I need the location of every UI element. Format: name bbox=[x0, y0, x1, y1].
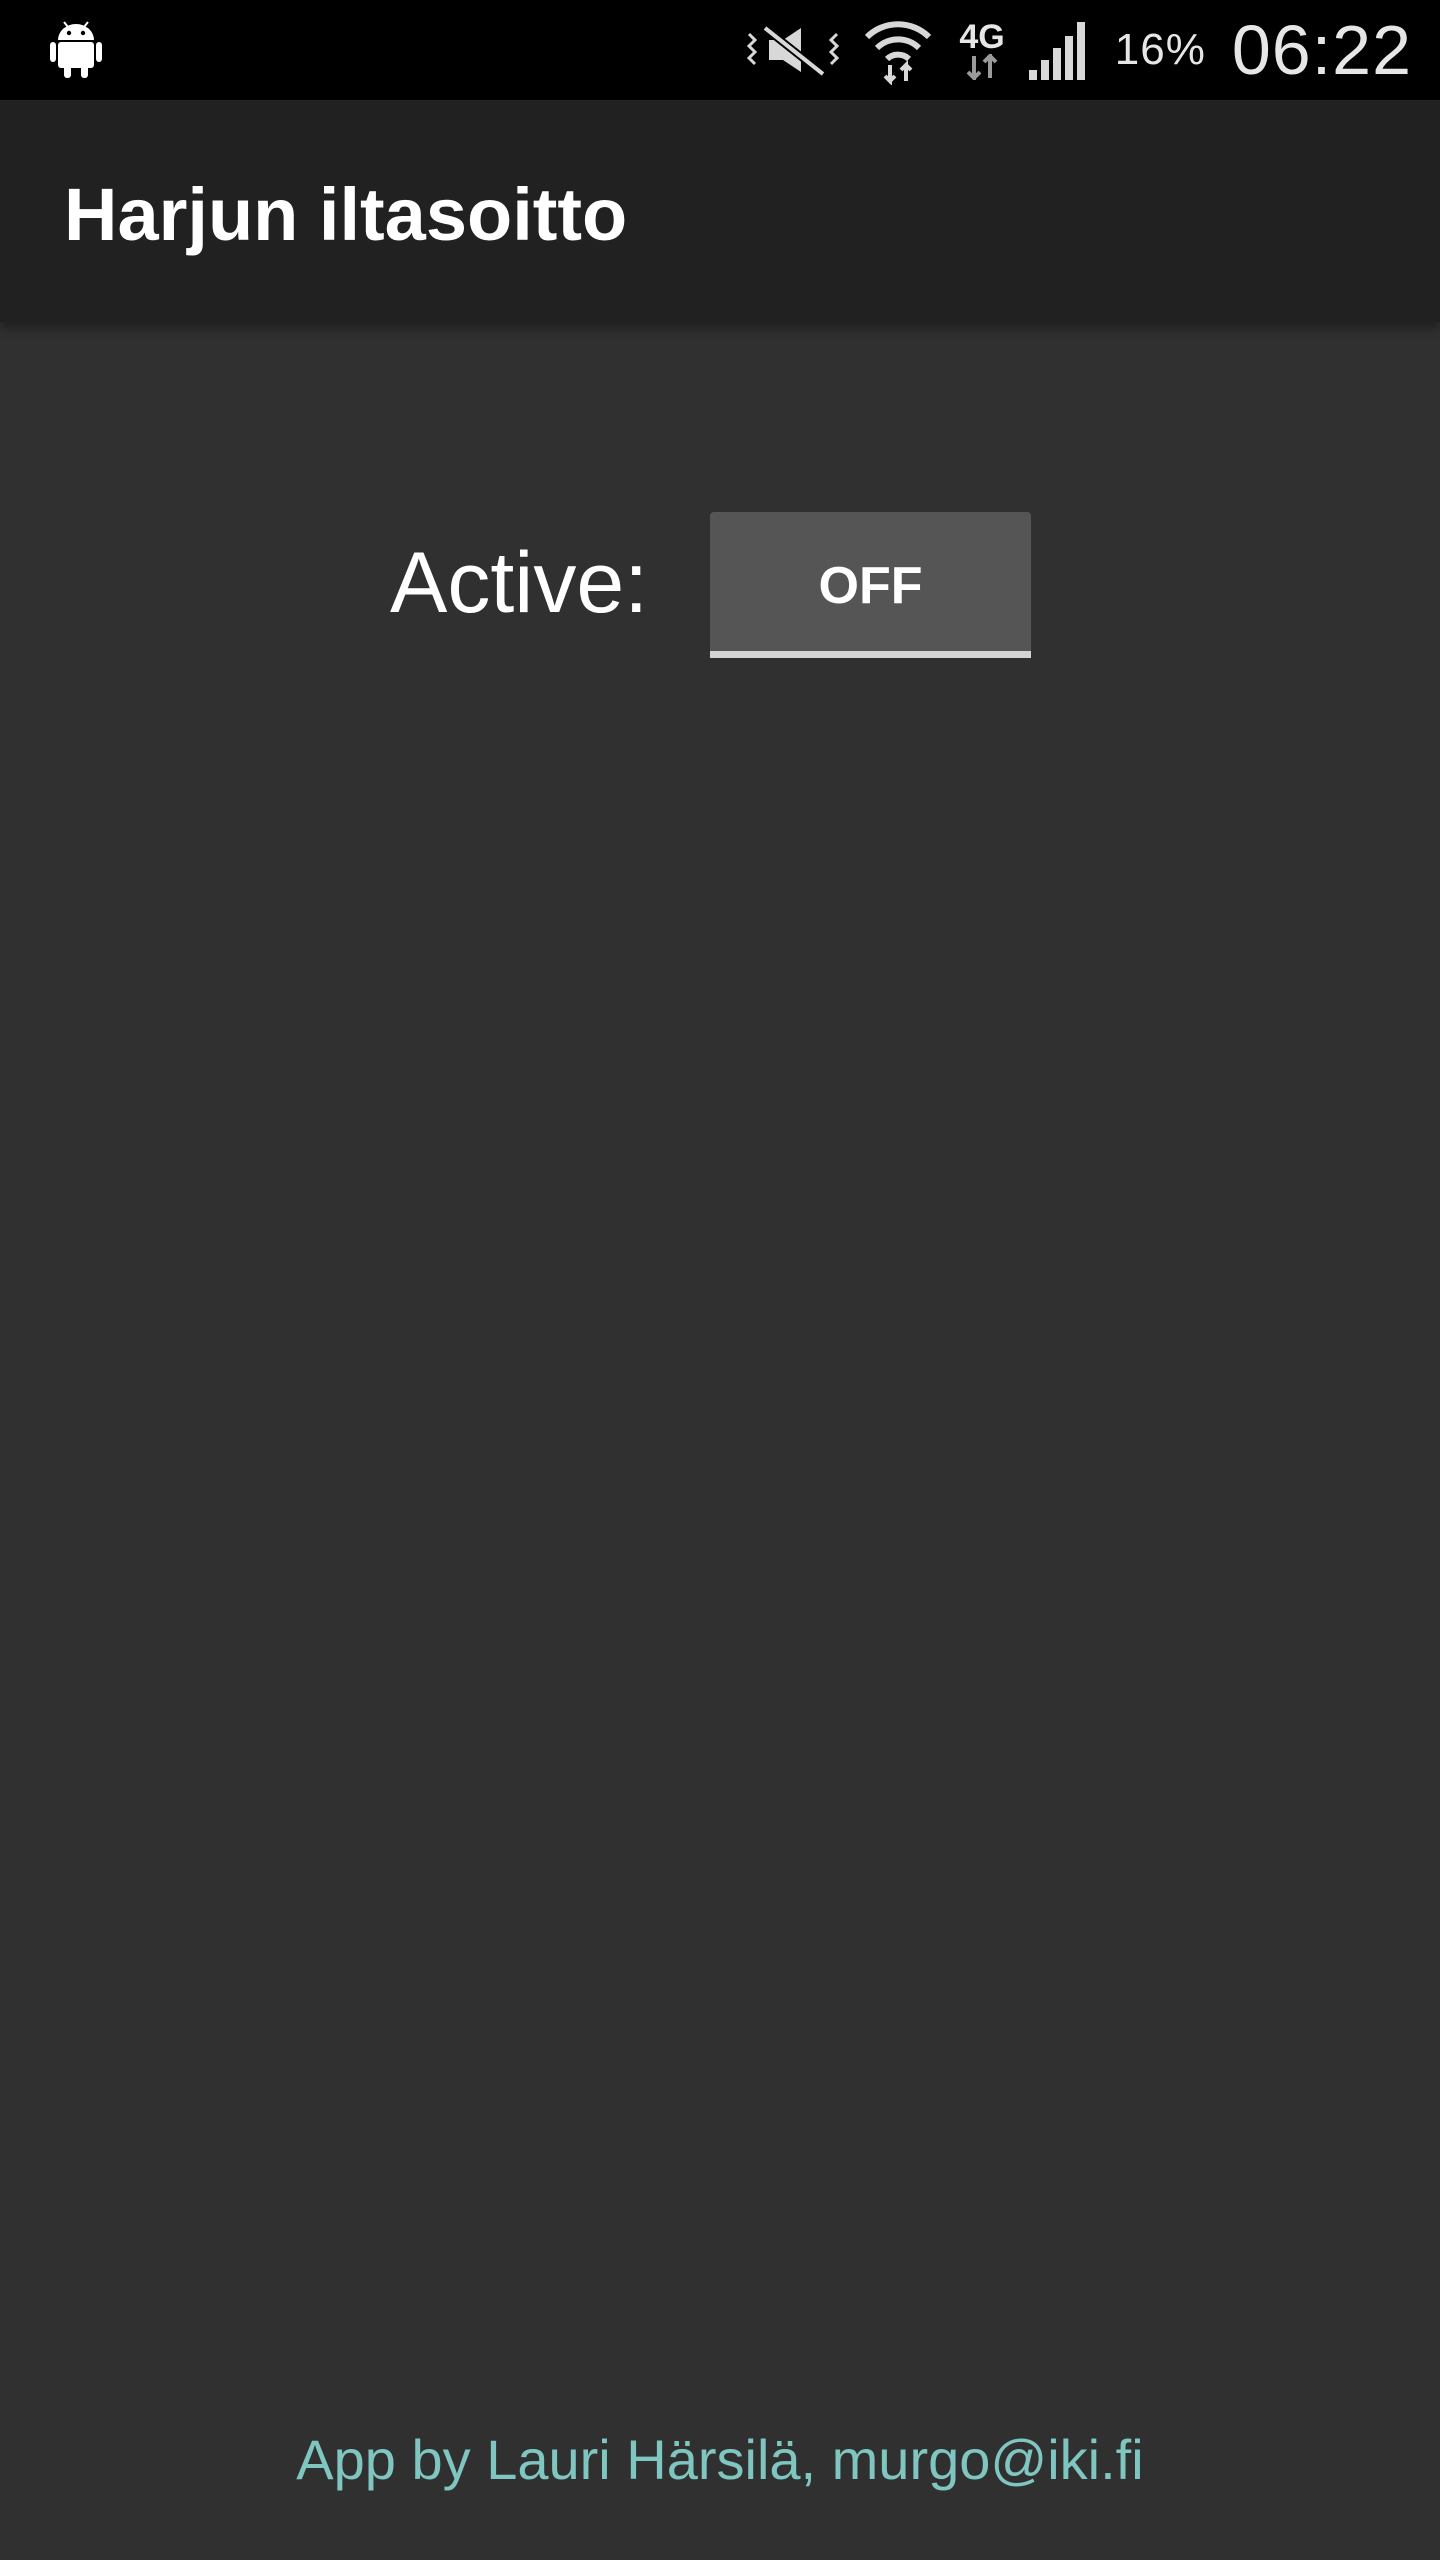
status-icons: 4G 16% 06:22 bbox=[723, 0, 1412, 100]
footer-credit: App by Lauri Härsilä, murgo@iki.fi bbox=[296, 2428, 1144, 2491]
app-title: Harjun iltasoitto bbox=[64, 173, 628, 256]
data-activity-icon bbox=[966, 54, 998, 80]
action-bar: Harjun iltasoitto bbox=[0, 100, 1440, 322]
android-icon bbox=[50, 21, 102, 78]
active-setting-row: Active: OFF bbox=[0, 510, 1440, 660]
status-bar: 4G 16% 06:22 bbox=[0, 0, 1440, 100]
active-label: Active: bbox=[390, 535, 649, 631]
app-screen: 4G 16% 06:22 Harjun iltasoitto Active: O… bbox=[0, 0, 1440, 2560]
signal-icon bbox=[1028, 22, 1085, 80]
vibrate-mute-icon bbox=[747, 24, 840, 78]
status-time: 06:22 bbox=[1231, 11, 1412, 89]
network-type-label: 4G bbox=[959, 18, 1005, 56]
toggle-indicator-bar bbox=[710, 651, 1031, 658]
active-toggle-button[interactable]: OFF bbox=[710, 512, 1031, 658]
battery-percent: 16% bbox=[1114, 25, 1206, 74]
network-type-indicator: 4G bbox=[959, 18, 1005, 80]
wifi-icon bbox=[865, 21, 932, 85]
toggle-state-label: OFF bbox=[818, 557, 923, 615]
